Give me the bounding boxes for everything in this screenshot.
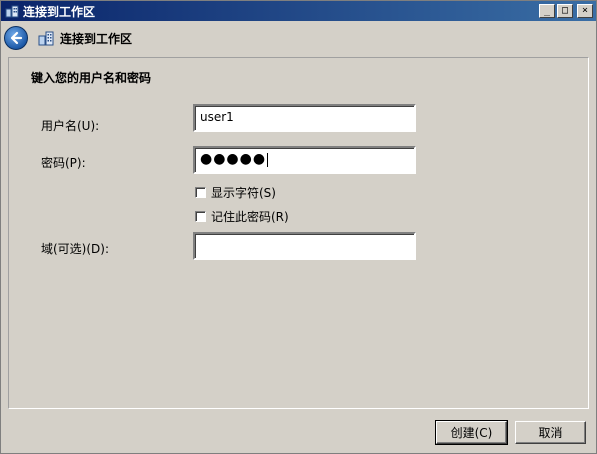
show-chars-label: 显示字符(S) xyxy=(211,186,276,200)
username-value: user1 xyxy=(200,110,234,124)
text-caret xyxy=(267,152,269,167)
password-value: ●●●●● xyxy=(200,151,267,167)
window-controls: _ □ × xyxy=(539,4,593,18)
cancel-button[interactable]: 取消 xyxy=(515,421,586,444)
back-button[interactable] xyxy=(4,26,28,50)
page-title: 连接到工作区 xyxy=(60,31,133,46)
form-heading: 键入您的用户名和密码 xyxy=(31,71,152,85)
title-bar[interactable]: 连接到工作区 _ □ × xyxy=(1,1,596,21)
show-chars-option[interactable]: 显示字符(S) xyxy=(195,184,276,201)
close-button[interactable]: × xyxy=(577,4,593,18)
maximize-button[interactable]: □ xyxy=(557,4,573,18)
domain-label: 域(可选)(D): xyxy=(41,242,110,256)
navigation-bar: 连接到工作区 xyxy=(1,21,596,55)
remember-password-option[interactable]: 记住此密码(R) xyxy=(195,208,289,225)
workplace-network-icon xyxy=(5,4,19,18)
password-input[interactable]: ●●●●● xyxy=(193,146,416,174)
dialog-window: 连接到工作区 _ □ × 连接到工作区 键入您的用户名和密码 用户名(U): u… xyxy=(0,0,597,454)
create-button[interactable]: 创建(C) xyxy=(435,420,508,445)
domain-input[interactable] xyxy=(193,232,416,260)
window-title: 连接到工作区 xyxy=(23,4,96,19)
back-arrow-icon xyxy=(10,31,23,45)
remember-password-label: 记住此密码(R) xyxy=(211,210,289,224)
minimize-button[interactable]: _ xyxy=(539,4,555,18)
username-input[interactable]: user1 xyxy=(193,104,416,132)
password-label: 密码(P): xyxy=(41,156,86,170)
remember-password-checkbox[interactable] xyxy=(195,211,206,222)
show-chars-checkbox[interactable] xyxy=(195,187,206,198)
workplace-network-icon xyxy=(38,30,54,46)
username-label: 用户名(U): xyxy=(41,119,100,133)
